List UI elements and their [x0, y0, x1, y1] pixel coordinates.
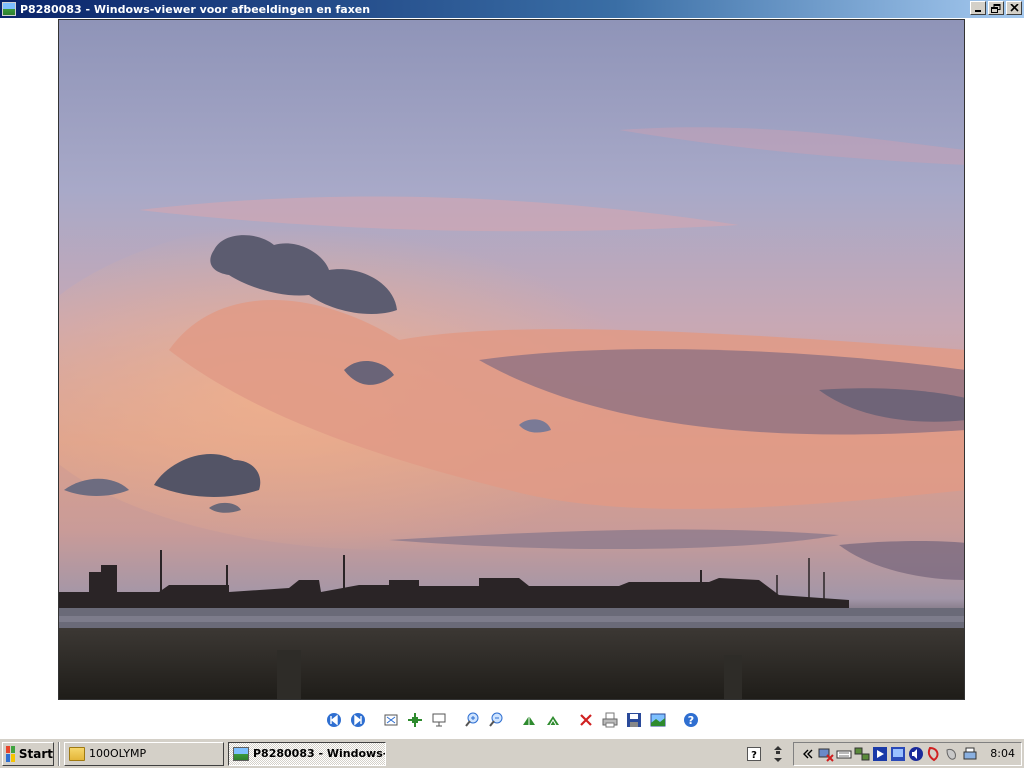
- best-fit-button[interactable]: [379, 709, 403, 731]
- slideshow-icon: [432, 713, 445, 727]
- restore-icon: [991, 3, 1001, 13]
- slideshow-button[interactable]: [427, 709, 451, 731]
- help-button[interactable]: ?: [679, 709, 703, 731]
- save-icon: [626, 713, 641, 727]
- toolbar-separator: [511, 711, 513, 729]
- task-button-viewer[interactable]: P8280083 - Windows-...: [228, 741, 386, 766]
- print-button[interactable]: [598, 709, 622, 731]
- start-button[interactable]: Start: [2, 741, 54, 766]
- next-image-icon: [350, 713, 365, 727]
- speaker-icon[interactable]: [908, 746, 924, 762]
- restore-button[interactable]: [988, 1, 1004, 15]
- actual-size-button[interactable]: [403, 709, 427, 731]
- rotate-clockwise-icon: [522, 716, 535, 725]
- zoom-in-icon: [464, 712, 478, 727]
- open-editor-button[interactable]: [646, 709, 670, 731]
- viewer-area: [0, 18, 1024, 738]
- zoom-in-button[interactable]: [460, 709, 484, 731]
- previous-image-icon: [326, 713, 341, 727]
- svg-text:?: ?: [751, 750, 757, 761]
- displayed-photo: [58, 19, 965, 700]
- zoom-out-button[interactable]: [484, 709, 508, 731]
- minimize-icon: [975, 10, 981, 12]
- task-label: P8280083 - Windows-...: [253, 747, 386, 760]
- rotate-counterclockwise-icon: [546, 716, 559, 726]
- toolbar-separator: [454, 711, 456, 729]
- monitor-icon[interactable]: [890, 746, 906, 762]
- title-bar[interactable]: P8280083 - Windows-viewer voor afbeeldin…: [0, 0, 1024, 18]
- folder-icon: [69, 746, 85, 761]
- next-image-button[interactable]: [346, 709, 370, 731]
- delete-icon: [579, 714, 592, 726]
- start-label: Start: [18, 746, 53, 761]
- image-viewer-icon: [2, 2, 16, 16]
- toolbar-separator: [673, 711, 675, 729]
- task-button-folder[interactable]: 100OLYMP: [64, 741, 224, 766]
- media-player-icon[interactable]: [872, 746, 888, 762]
- print-icon: [602, 712, 617, 728]
- close-button[interactable]: [1006, 1, 1022, 15]
- windows-logo-icon: [6, 745, 15, 762]
- viewer-toolbar: ?: [0, 708, 1024, 732]
- best-fit-icon: [384, 714, 397, 726]
- audio-icon[interactable]: [944, 746, 960, 762]
- minimize-button[interactable]: [970, 1, 986, 15]
- chevron-left-icon[interactable]: [800, 746, 816, 762]
- help-quick-button[interactable]: ?: [745, 744, 763, 764]
- toolbar-separator: [373, 711, 375, 729]
- previous-image-button[interactable]: [322, 709, 346, 731]
- taskbar: Start 100OLYMP P8280083 - Windows-... ? …: [0, 738, 1024, 768]
- network-icon[interactable]: [854, 746, 870, 762]
- rotate-counterclockwise-button[interactable]: [541, 709, 565, 731]
- help-icon: ?: [747, 746, 762, 761]
- window-title: P8280083 - Windows-viewer voor afbeeldin…: [20, 2, 371, 16]
- task-label: 100OLYMP: [89, 747, 147, 760]
- delete-button[interactable]: [574, 709, 598, 731]
- zoom-out-icon: [488, 712, 502, 727]
- close-icon: [1009, 4, 1019, 12]
- image-viewer-icon: [233, 746, 249, 761]
- printer-icon[interactable]: [962, 746, 978, 762]
- save-button[interactable]: [622, 709, 646, 731]
- taskbar-divider: [58, 741, 60, 766]
- sunset-photo: [59, 20, 964, 699]
- actual-size-icon: [407, 713, 422, 727]
- clock[interactable]: 8:04: [990, 747, 1015, 760]
- help-icon: ?: [683, 713, 698, 727]
- antivirus-icon[interactable]: [926, 746, 942, 762]
- svg-text:?: ?: [687, 714, 693, 727]
- toolbar-separator: [568, 711, 570, 729]
- rotate-clockwise-button[interactable]: [517, 709, 541, 731]
- keyboard-icon[interactable]: [836, 746, 852, 762]
- open-editor-icon: [650, 713, 665, 727]
- network-arrows-button[interactable]: [769, 744, 787, 764]
- network-disconnected-icon[interactable]: [818, 746, 835, 762]
- network-arrows-icon: [774, 745, 783, 762]
- system-tray: 8:04: [793, 741, 1022, 766]
